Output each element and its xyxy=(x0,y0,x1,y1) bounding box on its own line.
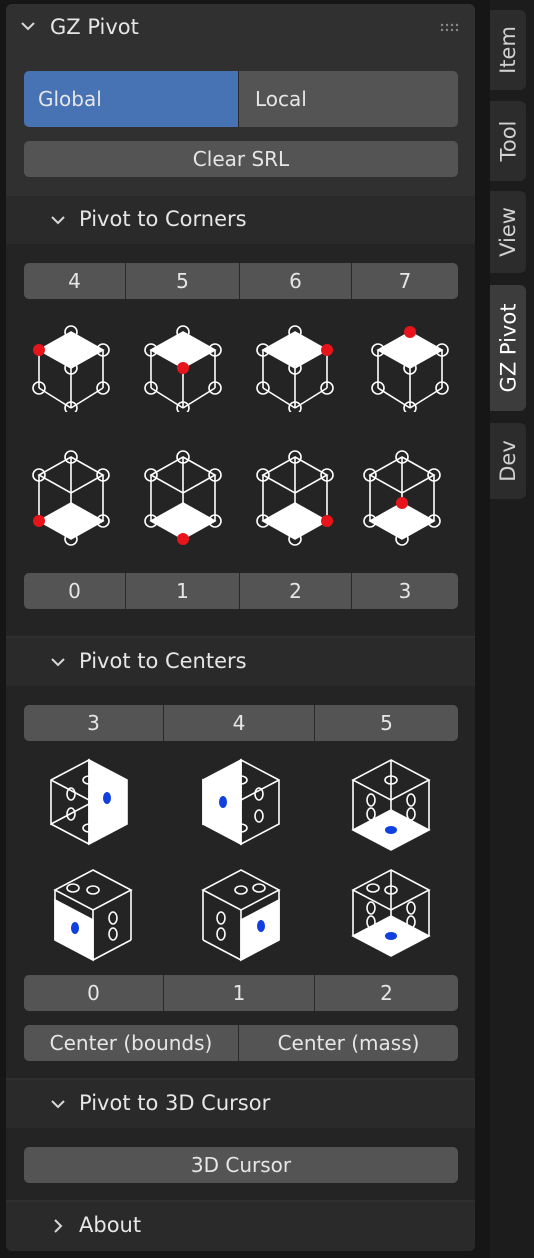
chevron-down-icon xyxy=(21,22,35,31)
corner-6-button[interactable]: 6 xyxy=(240,263,352,299)
center-bounds-button[interactable]: Center (bounds) xyxy=(24,1025,239,1061)
chevron-right-icon xyxy=(54,1219,63,1233)
clear-srl-button[interactable]: Clear SRL xyxy=(24,141,458,177)
corner-6-icon[interactable] xyxy=(255,322,335,412)
center-3-button[interactable]: 3 xyxy=(24,705,164,741)
corner-7-icon[interactable] xyxy=(370,322,450,412)
center-4-button[interactable]: 4 xyxy=(164,705,315,741)
tab-gz-pivot[interactable]: GZ Pivot xyxy=(490,285,526,411)
corner-0-icon[interactable] xyxy=(31,449,111,549)
chevron-down-icon xyxy=(51,658,65,667)
center-3-icon[interactable] xyxy=(47,754,131,848)
corner-1-button[interactable]: 1 xyxy=(126,573,240,609)
tab-tool[interactable]: Tool xyxy=(490,101,526,181)
space-toggle: Global Local xyxy=(24,71,458,127)
center-2-button[interactable]: 2 xyxy=(315,975,458,1011)
corners-title: Pivot to Corners xyxy=(79,207,247,231)
panel-title: GZ Pivot xyxy=(50,15,139,39)
center-1-icon[interactable] xyxy=(199,864,289,962)
center-0-icon[interactable] xyxy=(51,864,135,962)
panel-header[interactable]: GZ Pivot xyxy=(6,4,475,50)
tab-view[interactable]: View xyxy=(490,191,526,273)
corner-3-icon[interactable] xyxy=(362,449,442,549)
corner-1-icon[interactable] xyxy=(143,449,223,549)
cursor-title: Pivot to 3D Cursor xyxy=(79,1091,271,1115)
corner-7-button[interactable]: 7 xyxy=(352,263,458,299)
chevron-down-icon xyxy=(51,1100,65,1109)
drag-handle-icon[interactable] xyxy=(440,23,462,33)
center-1-button[interactable]: 1 xyxy=(164,975,315,1011)
center-5-button[interactable]: 5 xyxy=(315,705,458,741)
corner-0-button[interactable]: 0 xyxy=(24,573,126,609)
corner-5-icon[interactable] xyxy=(143,322,223,412)
local-button[interactable]: Local xyxy=(239,71,458,127)
center-2-icon[interactable] xyxy=(349,864,433,964)
sidebar-tabs: Item Tool View GZ Pivot Dev xyxy=(490,0,534,1258)
tab-item[interactable]: Item xyxy=(490,10,526,90)
center-mass-button[interactable]: Center (mass) xyxy=(239,1025,458,1061)
corner-top-row: 4 5 6 7 xyxy=(24,263,458,299)
3d-cursor-button[interactable]: 3D Cursor xyxy=(24,1147,458,1183)
gz-pivot-panel: GZ Pivot Global Local Clear SRL Pivot to… xyxy=(6,4,475,1251)
corners-subpanel-header[interactable]: Pivot to Corners xyxy=(6,196,475,244)
center-0-button[interactable]: 0 xyxy=(24,975,164,1011)
corner-bottom-row: 0 1 2 3 xyxy=(24,573,458,609)
centers-title: Pivot to Centers xyxy=(79,649,247,673)
cursor-subpanel-header[interactable]: Pivot to 3D Cursor xyxy=(6,1080,475,1128)
center-top-row: 3 4 5 xyxy=(24,705,458,741)
center-bottom-row: 0 1 2 xyxy=(24,975,458,1011)
global-button[interactable]: Global xyxy=(24,71,239,127)
corner-5-button[interactable]: 5 xyxy=(126,263,240,299)
center-5-icon[interactable] xyxy=(349,754,433,854)
center-4-icon[interactable] xyxy=(199,754,283,848)
center-mode-row: Center (bounds) Center (mass) xyxy=(24,1025,458,1061)
centers-subpanel-header[interactable]: Pivot to Centers xyxy=(6,638,475,686)
about-title: About xyxy=(79,1213,142,1237)
corner-2-icon[interactable] xyxy=(255,449,345,549)
corner-4-icon[interactable] xyxy=(31,322,111,412)
corner-4-button[interactable]: 4 xyxy=(24,263,126,299)
chevron-down-icon xyxy=(51,216,65,225)
corner-3-button[interactable]: 3 xyxy=(352,573,458,609)
about-subpanel-header[interactable]: About xyxy=(6,1202,475,1251)
tab-dev[interactable]: Dev xyxy=(490,423,526,499)
corner-2-button[interactable]: 2 xyxy=(240,573,352,609)
